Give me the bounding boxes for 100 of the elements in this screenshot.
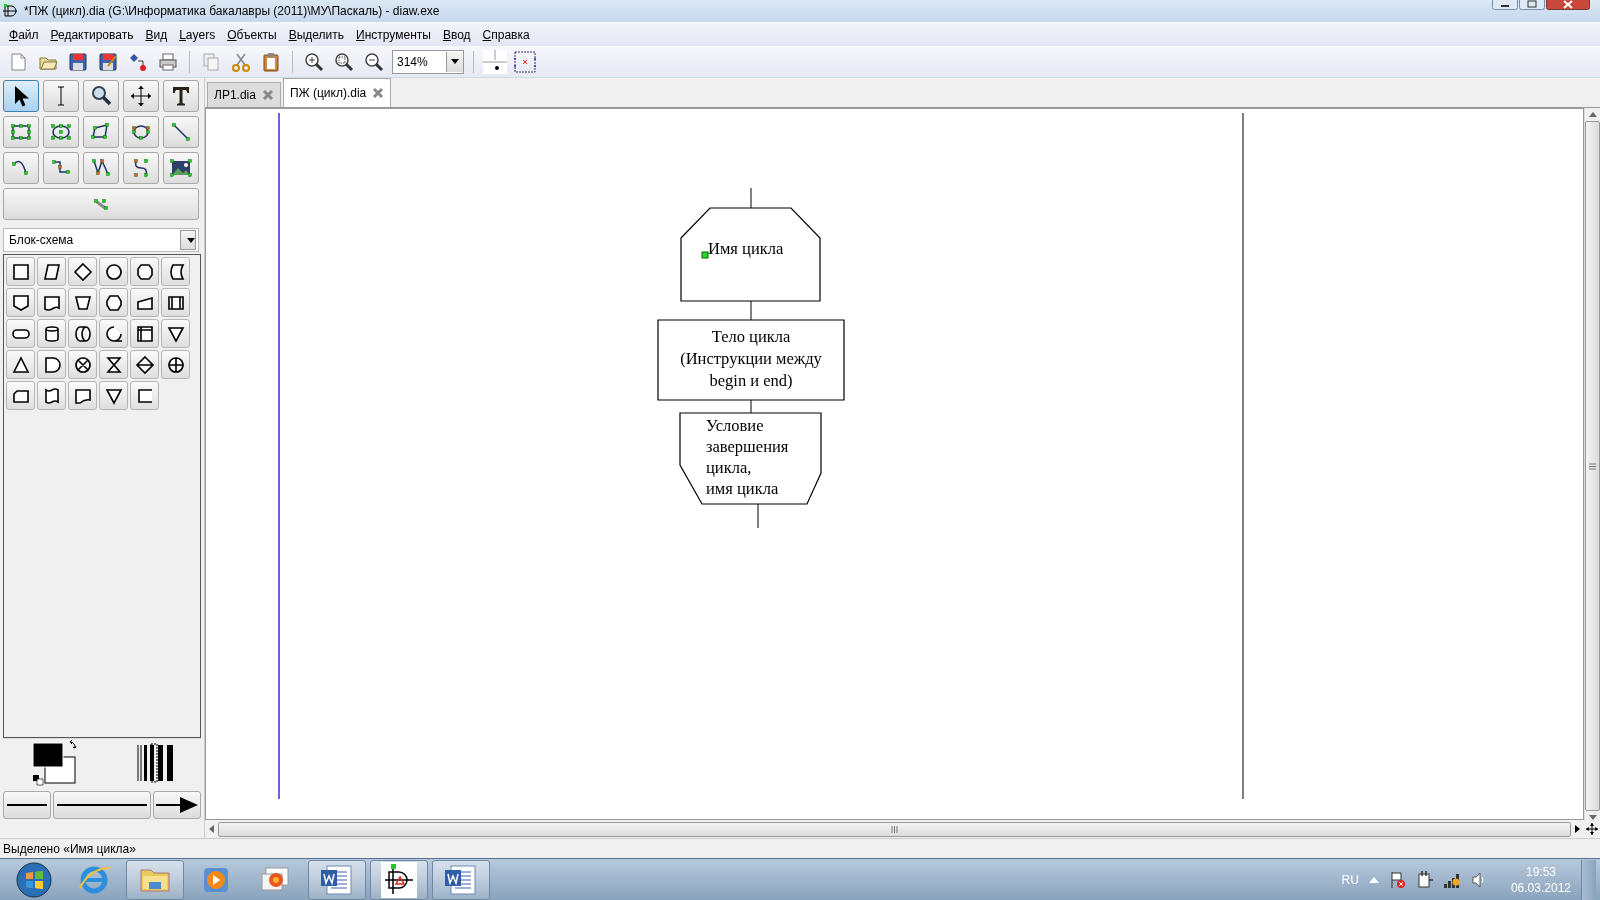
- menu-item[interactable]: Справка: [477, 25, 535, 44]
- shape-button[interactable]: [37, 381, 66, 410]
- shape-button[interactable]: [6, 350, 35, 379]
- shape-button[interactable]: [37, 319, 66, 348]
- loop-start-shape[interactable]: Имя цикла: [681, 208, 820, 301]
- text-cursor-icon: [57, 86, 65, 106]
- flowchart-shape-icon: [134, 323, 155, 344]
- menu-item[interactable]: Выделить: [283, 25, 350, 44]
- speaker-icon[interactable]: [1470, 871, 1487, 888]
- shape-button[interactable]: [161, 350, 190, 379]
- signal-bars-icon[interactable]: [1442, 871, 1461, 888]
- start-orb-icon[interactable]: [14, 859, 54, 900]
- zoom-fit-icon[interactable]: [334, 51, 354, 72]
- shape-button[interactable]: [99, 381, 128, 410]
- tool-button[interactable]: [83, 80, 119, 112]
- flowchart-shape-icon: [103, 323, 124, 344]
- scroll-left-arrow-icon: [209, 825, 214, 833]
- selection-handle[interactable]: [701, 251, 709, 259]
- tool-button[interactable]: [83, 152, 119, 184]
- shape-button[interactable]: [6, 288, 35, 317]
- line-icon: [57, 803, 147, 807]
- close-button[interactable]: [1546, 0, 1590, 10]
- shape-button[interactable]: [68, 257, 97, 286]
- arrow-icon: [156, 796, 198, 814]
- shape-button[interactable]: [68, 350, 97, 379]
- tool-button[interactable]: [3, 80, 39, 112]
- flowchart-shape-icon: [103, 292, 124, 313]
- menu-item[interactable]: Вид: [140, 25, 173, 44]
- menu-item[interactable]: Инструменты: [351, 25, 436, 44]
- shape-button[interactable]: [99, 257, 128, 286]
- tool-button[interactable]: [163, 80, 199, 112]
- save-as-icon[interactable]: [98, 51, 118, 72]
- tool-button[interactable]: [123, 116, 159, 148]
- flowchart-shape-icon: [41, 261, 62, 282]
- loop-end-shape[interactable]: Условие завершения цикла, имя цикла: [680, 413, 821, 504]
- vertical-scrollbar[interactable]: [1584, 108, 1600, 820]
- diagram-editor-icon[interactable]: [379, 859, 419, 900]
- shape-button[interactable]: [99, 319, 128, 348]
- connection-points-icon[interactable]: [513, 49, 537, 74]
- menu-item[interactable]: Layers: [174, 25, 221, 44]
- grip-icon: [891, 825, 898, 833]
- move-arrows-icon[interactable]: [1586, 823, 1598, 835]
- shape-button[interactable]: [68, 381, 97, 410]
- document-tab[interactable]: ЛР1.dia: [207, 82, 281, 107]
- menu-item[interactable]: Объекты: [222, 25, 282, 44]
- drawing-canvas[interactable]: Имя цикла Тело цикла (Инструкции между begin и end) Условие завершения цикла, имя цикла: [205, 108, 1584, 820]
- export-icon[interactable]: [128, 51, 148, 72]
- shape-button[interactable]: [130, 288, 159, 317]
- clipboard-icon[interactable]: [261, 51, 281, 72]
- window-title: *ПЖ (цикл).dia (G:\Информатика бакалавры (2011)\МУ\Паскаль) - diaw.exe: [24, 4, 440, 18]
- line-style-button[interactable]: [53, 791, 151, 819]
- flowchart-shape-icon: [72, 261, 93, 282]
- line-end-button[interactable]: [153, 791, 201, 819]
- scroll-down-arrow-icon: [1588, 815, 1597, 820]
- menu-item[interactable]: Ввод: [437, 25, 476, 44]
- shape-button[interactable]: [161, 319, 190, 348]
- flowchart-shape-icon: [134, 354, 155, 375]
- zoom-combo[interactable]: 314%: [392, 49, 464, 74]
- shape-button[interactable]: [37, 350, 66, 379]
- scissors-icon[interactable]: [231, 51, 251, 72]
- minimize-button[interactable]: [1492, 0, 1518, 10]
- flowchart-shape-icon: [10, 292, 31, 313]
- sheet-dropdown[interactable]: Блок-схема: [3, 228, 199, 252]
- close-icon[interactable]: [372, 87, 385, 99]
- process-box[interactable]: Тело цикла (Инструкции между begin и end): [658, 320, 844, 400]
- document-tab[interactable]: ПЖ (цикл).dia: [282, 78, 392, 107]
- flowchart-shape-icon: [103, 261, 124, 282]
- shape-button[interactable]: [99, 350, 128, 379]
- shape-button[interactable]: [68, 319, 97, 348]
- shape-button[interactable]: [161, 288, 190, 317]
- zoom-in-icon[interactable]: [304, 51, 324, 72]
- power-plug-icon[interactable]: [1416, 870, 1433, 889]
- shape-button[interactable]: [99, 288, 128, 317]
- shape-button[interactable]: [130, 257, 159, 286]
- menu-item[interactable]: Редактировать: [45, 25, 139, 44]
- zoom-out-icon[interactable]: [364, 51, 384, 72]
- save-icon[interactable]: [68, 51, 88, 72]
- close-icon[interactable]: [261, 89, 274, 101]
- grip-icon: [1589, 462, 1596, 470]
- shape-button[interactable]: [161, 257, 190, 286]
- tool-button[interactable]: [123, 80, 159, 112]
- shape-button[interactable]: [130, 381, 159, 410]
- connector-line: [750, 399, 752, 414]
- shape-button[interactable]: [68, 288, 97, 317]
- move-arrows-icon: [129, 84, 153, 108]
- print-icon[interactable]: [158, 51, 178, 72]
- connector-line: [750, 300, 752, 321]
- shape-button[interactable]: [37, 288, 66, 317]
- shape-button[interactable]: [6, 381, 35, 410]
- shape-button[interactable]: [130, 319, 159, 348]
- shape-button[interactable]: [130, 350, 159, 379]
- shape-button[interactable]: [6, 319, 35, 348]
- line-start-button[interactable]: [3, 791, 51, 819]
- menu-item[interactable]: Файл: [4, 25, 44, 44]
- line-width-icon[interactable]: [135, 743, 176, 783]
- tool-button[interactable]: [163, 152, 199, 184]
- shape-button[interactable]: [37, 257, 66, 286]
- shape-button[interactable]: [6, 257, 35, 286]
- tool-button[interactable]: [43, 116, 79, 148]
- flag-icon[interactable]: [1388, 870, 1407, 889]
